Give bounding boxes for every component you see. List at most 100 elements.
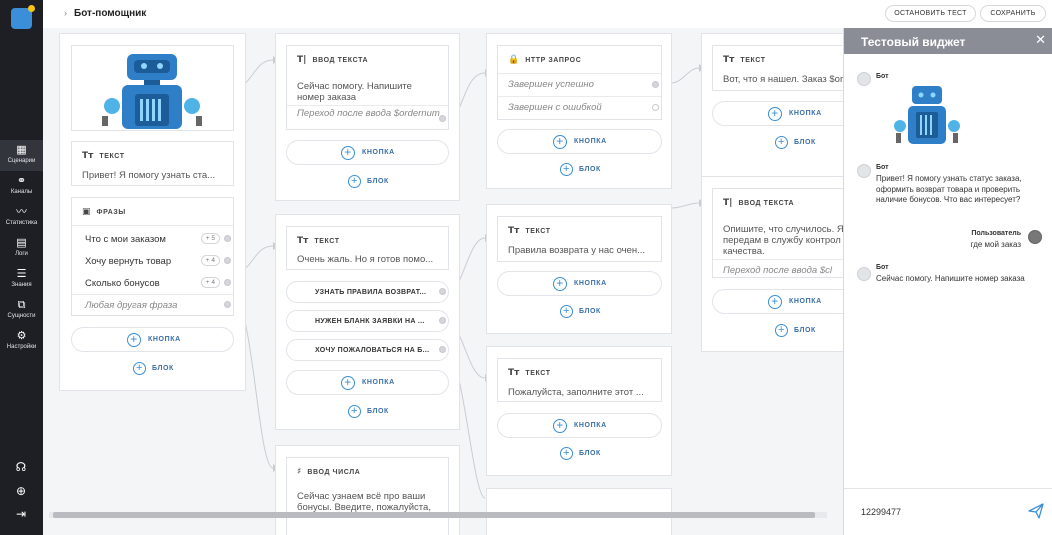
phrase-item[interactable]: Хочу вернуть товар + 4 <box>72 250 233 272</box>
close-icon[interactable]: ✕ <box>1035 33 1046 48</box>
message-input-area[interactable]: 12299477 <box>844 488 1052 535</box>
plus-icon: + <box>341 376 355 390</box>
plus-icon: + <box>553 419 567 433</box>
text-card[interactable]: Tт ТЕКСТ Пожалуйста, заполните этот ... <box>497 358 662 402</box>
card-header: Tт ТЕКСТ <box>508 368 551 378</box>
scenario-canvas[interactable]: Tт ТЕКСТ Привет! Я помогу узнать ста... ▣… <box>43 28 843 535</box>
breadcrumb[interactable]: Бот-помощник <box>74 8 146 19</box>
text-card[interactable]: Tт ТЕКСТ Вот, что я нашел. Заказ $or <box>712 45 843 91</box>
connector-dot[interactable] <box>224 301 231 308</box>
add-button-button[interactable]: + КНОПКА <box>286 140 449 165</box>
plus-icon: + <box>768 295 782 309</box>
http-success-output: Завершен успешно <box>508 79 594 90</box>
start-block[interactable]: Tт ТЕКСТ Привет! Я помогу узнать ста... ▣… <box>59 33 246 391</box>
card-header: Tт ТЕКСТ <box>297 236 340 246</box>
add-button-button[interactable]: + КНОПКА <box>497 413 662 438</box>
sidebar-item-entities[interactable]: ⧉ Сущности <box>0 295 43 326</box>
http-request-card[interactable]: 🔒 HTTP ЗАПРОС Завершен успешно Завершен с… <box>497 45 662 120</box>
phrases-card[interactable]: ▣ ФРАЗЫ Что с мои заказом + 5 Хочу вернут… <box>71 197 234 316</box>
phrase-other[interactable]: Любая другая фраза <box>72 294 233 316</box>
connector-dot[interactable] <box>224 235 231 242</box>
phrases-icon: ▣ <box>82 207 91 217</box>
text-block[interactable]: Tт ТЕКСТ Вот, что я нашел. Заказ $or + КН… <box>701 33 843 183</box>
app-root: ▦ Сценарии ⚭ Каналы 〰 Статистика ▤ Логи … <box>0 0 1052 535</box>
message-sender: Бот <box>876 73 889 80</box>
add-button-button[interactable]: + КНОПКА <box>71 327 234 352</box>
number-input-card[interactable]: ♯ ВВОД ЧИСЛА Сейчас узнаем всё про ваши б… <box>286 457 449 535</box>
bot-image-card[interactable] <box>71 45 234 131</box>
plus-icon: + <box>560 447 573 460</box>
add-button-button[interactable]: + КНОПКА <box>286 370 449 395</box>
connector-dot[interactable] <box>439 346 446 353</box>
sidebar-item-scenarios[interactable]: ▦ Сценарии <box>0 140 43 171</box>
option-button[interactable]: ХОЧУ ПОЖАЛОВАТЬСЯ НА Б... <box>286 339 449 361</box>
sidebar-item-channels[interactable]: ⚭ Каналы <box>0 171 43 202</box>
card-header: Tт ТЕКСТ <box>508 226 551 236</box>
headset-icon[interactable]: ☊ <box>14 460 28 474</box>
entities-icon: ⧉ <box>17 298 26 311</box>
sidebar-item-statistics[interactable]: 〰 Статистика <box>0 202 43 233</box>
text-input-icon: T| <box>723 198 733 208</box>
logout-icon[interactable]: ⇥ <box>14 507 28 521</box>
text-block[interactable]: Tт ТЕКСТ Пожалуйста, заполните этот ... +… <box>486 346 672 476</box>
text-input-block[interactable]: T| ВВОД ТЕКСТА Опишите, что случилось. Я … <box>701 176 843 352</box>
sidebar-item-knowledge[interactable]: ☰ Знания <box>0 264 43 295</box>
option-button[interactable]: НУЖЕН БЛАНК ЗАЯВКИ НА ... <box>286 310 449 332</box>
number-input-block[interactable]: ♯ ВВОД ЧИСЛА Сейчас узнаем всё про ваши б… <box>275 445 460 535</box>
connector-dot[interactable] <box>439 115 446 122</box>
channels-icon: ⚭ <box>16 174 27 187</box>
message-text: где мой заказ <box>970 240 1021 249</box>
connector-dot[interactable] <box>224 257 231 264</box>
card-header: ▣ ФРАЗЫ <box>82 207 126 217</box>
connector-dot[interactable] <box>224 279 231 286</box>
text-card[interactable]: Tт ТЕКСТ Привет! Я помогу узнать ста... <box>71 141 234 186</box>
http-request-block[interactable]: 🔒 HTTP ЗАПРОС Завершен успешно Завершен с… <box>486 33 672 189</box>
card-text: Очень жаль. Но я готов помо... <box>297 254 434 265</box>
add-button-button[interactable]: + КНОПКА <box>497 271 662 296</box>
add-button-button[interactable]: + КНОПКА <box>712 101 843 126</box>
scrollbar-thumb[interactable] <box>53 512 815 518</box>
stop-test-button[interactable]: ОСТАНОВИТЬ ТЕСТ <box>885 5 976 22</box>
option-button[interactable]: УЗНАТЬ ПРАВИЛА ВОЗВРАТ... <box>286 281 449 303</box>
text-card[interactable]: Tт ТЕКСТ Правила возврата у нас очен... <box>497 216 662 262</box>
sidebar-item-settings[interactable]: ⚙ Настройки <box>0 326 43 357</box>
add-button-button[interactable]: + КНОПКА <box>712 289 843 314</box>
text-block[interactable]: Tт ТЕКСТ Очень жаль. Но я готов помо... У… <box>275 214 460 430</box>
save-button[interactable]: СОХРАНИТЬ <box>980 5 1046 22</box>
app-logo-icon[interactable] <box>11 5 35 29</box>
text-input-card[interactable]: T| ВВОД ТЕКСТА Сейчас помогу. Напишите но… <box>286 45 449 130</box>
connector-dot[interactable] <box>652 81 659 88</box>
sidebar-item-label: Статистика <box>5 220 38 226</box>
phrase-count-badge: + 4 <box>200 277 220 288</box>
horizontal-scrollbar[interactable] <box>49 512 827 518</box>
send-icon[interactable] <box>1028 503 1044 519</box>
phrase-item[interactable]: Сколько бонусов + 4 <box>72 272 233 294</box>
globe-icon[interactable]: ⊕ <box>14 484 28 498</box>
connector-dot[interactable] <box>652 104 659 111</box>
phrase-item[interactable]: Что с мои заказом + 5 <box>72 228 233 250</box>
message-input[interactable]: 12299477 <box>861 507 901 517</box>
book-icon: ▤ <box>16 236 27 249</box>
text-input-card[interactable]: T| ВВОД ТЕКСТА Опишите, что случилось. Я … <box>712 188 843 278</box>
plus-icon: + <box>348 405 361 418</box>
add-button-button[interactable]: + КНОПКА <box>497 129 662 154</box>
top-bar: › Бот-помощник ОСТАНОВИТЬ ТЕСТ СОХРАНИТЬ <box>43 0 1052 28</box>
connector-dot[interactable] <box>439 288 446 295</box>
text-card[interactable]: Tт ТЕКСТ Очень жаль. Но я готов помо... <box>286 226 449 270</box>
card-text: Сейчас узнаем всё про ваши бонусы. Введи… <box>297 491 431 513</box>
chevron-right-icon: › <box>64 8 67 18</box>
widget-header: Тестовый виджет ✕ <box>844 28 1052 54</box>
sidebar-item-logs[interactable]: ▤ Логи <box>0 233 43 264</box>
text-type-icon: Tт <box>508 368 520 378</box>
plus-icon: + <box>341 146 355 160</box>
card-text: Привет! Я помогу узнать ста... <box>82 170 216 181</box>
http-error-output: Завершен с ошибкой <box>508 102 602 113</box>
bot-avatar <box>857 72 871 86</box>
plus-icon: + <box>775 136 788 149</box>
text-input-block[interactable]: T| ВВОД ТЕКСТА Сейчас помогу. Напишите но… <box>275 33 460 201</box>
card-header: T| ВВОД ТЕКСТА <box>723 198 795 208</box>
user-avatar <box>1028 230 1042 244</box>
plus-icon: + <box>348 175 361 188</box>
connector-dot[interactable] <box>439 317 446 324</box>
text-block[interactable]: Tт ТЕКСТ Правила возврата у нас очен... +… <box>486 204 672 334</box>
